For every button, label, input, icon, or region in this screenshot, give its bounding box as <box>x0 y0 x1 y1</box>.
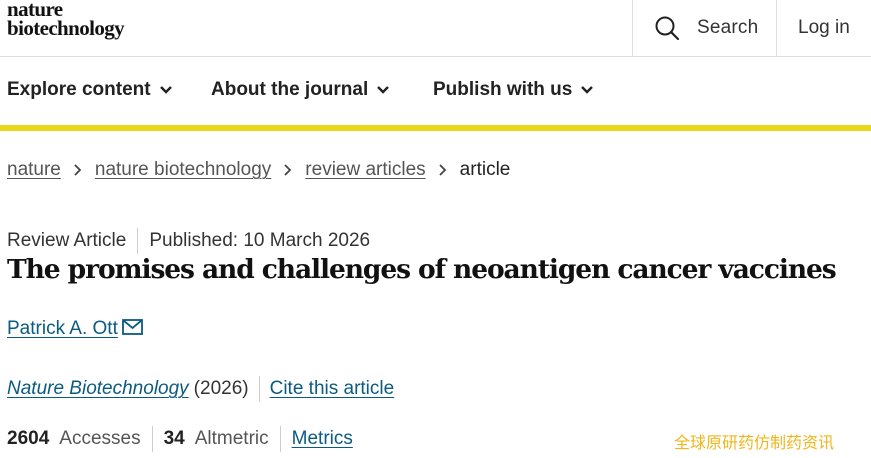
author-list: Patrick A. Ott <box>7 318 143 340</box>
chevron-right-icon <box>283 163 293 177</box>
nav-accent-bar <box>0 125 871 131</box>
search-button[interactable]: Search <box>632 0 777 56</box>
nav-publish-with-us[interactable]: Publish with us <box>433 79 594 101</box>
mail-icon[interactable] <box>121 319 143 335</box>
search-icon <box>655 16 680 41</box>
chevron-down-icon <box>581 86 594 94</box>
nav-explore-content[interactable]: Explore content <box>7 79 173 101</box>
nav-about-the-journal[interactable]: About the journal <box>211 79 390 101</box>
nav-publish-with-us-label: Publish with us <box>433 79 573 100</box>
top-header: nature biotechnology Search Log in <box>0 0 871 57</box>
author-link[interactable]: Patrick A. Ott <box>7 318 118 340</box>
article-type: Review Article <box>7 230 127 251</box>
search-label: Search <box>697 17 759 38</box>
divider <box>258 376 260 402</box>
chevron-right-icon <box>73 163 83 177</box>
chevron-down-icon <box>159 86 172 94</box>
altmetric-label: Altmetric <box>194 428 269 449</box>
divider <box>151 426 153 452</box>
breadcrumb-article: article <box>459 159 511 180</box>
altmetric-count: 34 <box>163 428 185 449</box>
login-button[interactable]: Log in <box>776 0 871 56</box>
breadcrumb-nature[interactable]: nature <box>7 159 61 181</box>
accesses-count: 2604 <box>7 428 50 449</box>
article-meta: Review Article Published: 10 March 2026 <box>7 228 370 254</box>
journal-link[interactable]: Nature Biotechnology <box>7 378 189 400</box>
chevron-right-icon <box>438 163 448 177</box>
nav-about-the-journal-label: About the journal <box>211 79 369 100</box>
published-date: Published: 10 March 2026 <box>149 230 371 251</box>
metrics-line: 2604 Accesses 34 Altmetric Metrics <box>7 426 353 452</box>
breadcrumb-nature-biotechnology[interactable]: nature biotechnology <box>95 159 271 181</box>
logo-line2: biotechnology <box>7 16 125 40</box>
chevron-down-icon <box>377 86 390 94</box>
metrics-link[interactable]: Metrics <box>292 428 353 450</box>
watermark: 全球原研药仿制药资讯 <box>674 433 835 452</box>
nav-explore-content-label: Explore content <box>7 79 151 100</box>
main-nav: Explore content About the journal Publis… <box>0 57 871 125</box>
nature-biotechnology-logo[interactable]: nature biotechnology <box>7 0 125 40</box>
article-title: The promises and challenges of neoantige… <box>7 254 837 285</box>
breadcrumb-review-articles[interactable]: review articles <box>305 159 425 181</box>
breadcrumb: nature nature biotechnology review artic… <box>7 159 510 181</box>
cite-this-article-link[interactable]: Cite this article <box>270 378 395 400</box>
divider <box>137 228 139 254</box>
publication-year: (2026) <box>193 378 249 399</box>
journal-line: Nature Biotechnology (2026) Cite this ar… <box>7 376 394 402</box>
accesses-label: Accesses <box>59 428 141 449</box>
divider <box>279 426 281 452</box>
